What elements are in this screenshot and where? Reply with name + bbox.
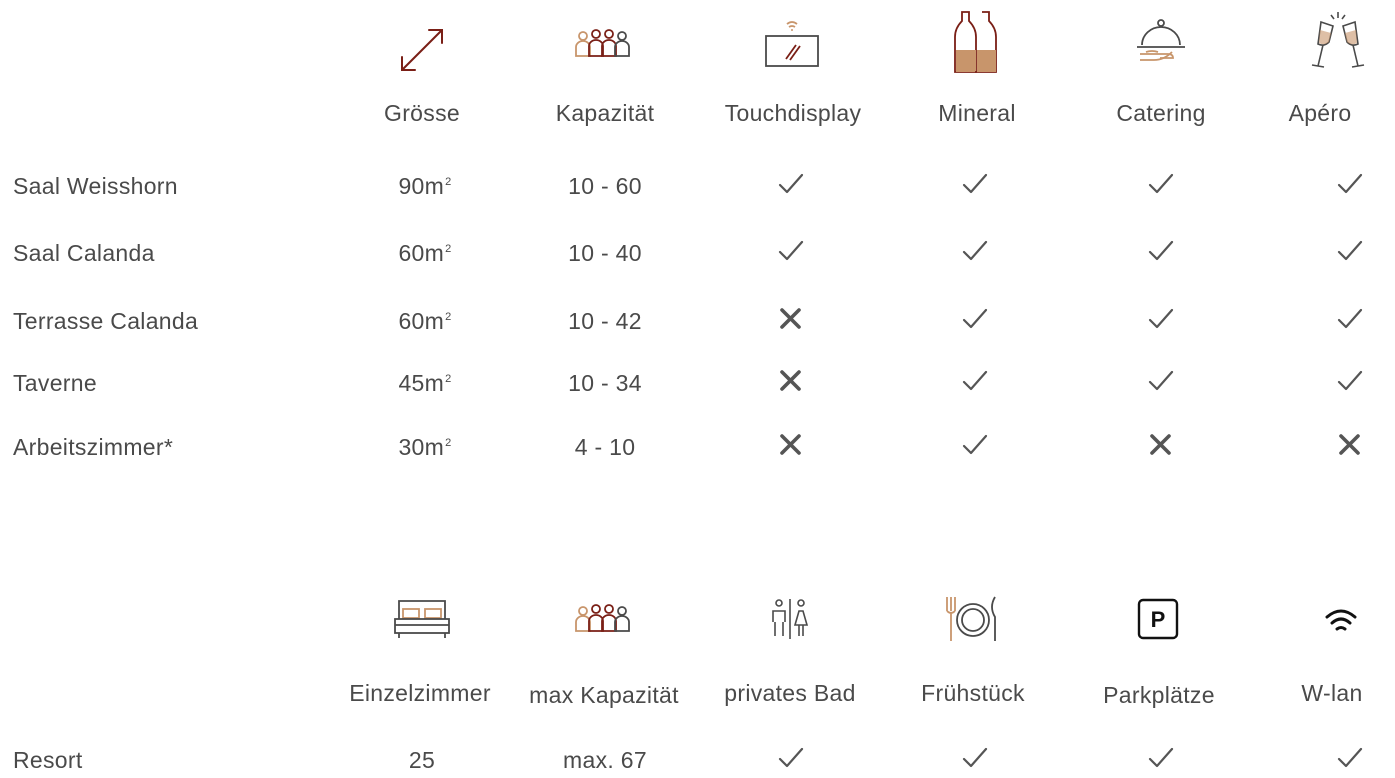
cross-icon [771,361,811,401]
touch-display-icon [757,12,827,82]
size-unit-superscript: 2 [445,243,452,255]
row-label: Resort [13,747,83,773]
header-catering: Catering [1116,100,1206,126]
cross-icon [1141,425,1181,465]
size-value: 30m2 [355,434,495,461]
cross-icon [1330,425,1370,465]
mineral-bottles-icon [942,8,1012,78]
header-groesse: Grösse [384,100,460,126]
champagne-glasses-icon [1303,8,1373,78]
cross-icon [771,299,811,339]
wifi-icon [1306,587,1376,657]
check-icon [1141,361,1181,401]
row-label: Saal Weisshorn [13,173,178,199]
header-einzelzimmer: Einzelzimmer [349,680,491,706]
check-icon [955,425,995,465]
catering-cloche-icon [1126,12,1196,82]
check-icon [771,231,811,271]
row-label: Saal Calanda [13,240,155,266]
check-icon [1141,738,1181,778]
check-icon [1330,299,1370,339]
header-fruehstueck: Frühstück [921,680,1025,706]
check-icon [1141,164,1181,204]
header-mineral: Mineral [938,100,1016,126]
row-label: Terrasse Calanda [13,308,199,334]
header-kapazitaet: Kapazität [555,100,655,126]
check-icon [771,738,811,778]
check-icon [1141,299,1181,339]
check-icon [771,164,811,204]
size-number: 60m [398,308,445,334]
size-number: 30m [398,434,445,460]
people-group-icon [569,587,639,657]
bed-icon [387,585,457,655]
size-value: 90m2 [355,173,495,200]
header-parkplaetze: Parkplätze [1103,682,1215,708]
check-icon [955,361,995,401]
capacity-value: 10 - 40 [568,240,642,266]
rooms-value: 25 [408,747,436,773]
capacity-value: 10 - 42 [568,308,642,334]
capacity-value: 4 - 10 [574,434,636,460]
header-max-kapazitaet: max Kapazität [529,682,679,708]
check-icon [1330,738,1370,778]
check-icon [1330,164,1370,204]
size-unit-superscript: 2 [445,373,452,385]
cross-icon [771,425,811,465]
people-group-icon [569,12,639,82]
check-icon [955,231,995,271]
check-icon [955,164,995,204]
check-icon [1330,231,1370,271]
parking-icon: P [1123,585,1193,655]
size-unit-superscript: 2 [445,311,452,323]
size-number: 45m [398,370,445,396]
header-wlan: W-lan [1301,680,1363,706]
resize-diagonal-icon [387,15,457,85]
restroom-icon [755,585,825,655]
size-number: 60m [398,240,445,266]
plate-cutlery-icon [937,585,1007,655]
check-icon [1330,361,1370,401]
size-number: 90m [398,173,445,199]
svg-text:P: P [1151,607,1166,632]
check-icon [955,738,995,778]
capacity-value: 10 - 34 [568,370,642,396]
header-apero: Apéro [1288,100,1352,126]
size-unit-superscript: 2 [445,176,452,188]
capacity-value: 10 - 60 [568,173,642,199]
header-touchdisplay: Touchdisplay [724,100,862,126]
row-label: Taverne [13,370,97,396]
size-unit-superscript: 2 [445,437,452,449]
size-value: 60m2 [355,308,495,335]
capacity-value: max. 67 [563,747,647,773]
size-value: 60m2 [355,240,495,267]
check-icon [1141,231,1181,271]
row-label: Arbeitszimmer* [13,434,174,460]
header-privates-bad: privates Bad [724,680,856,706]
check-icon [955,299,995,339]
size-value: 45m2 [355,370,495,397]
